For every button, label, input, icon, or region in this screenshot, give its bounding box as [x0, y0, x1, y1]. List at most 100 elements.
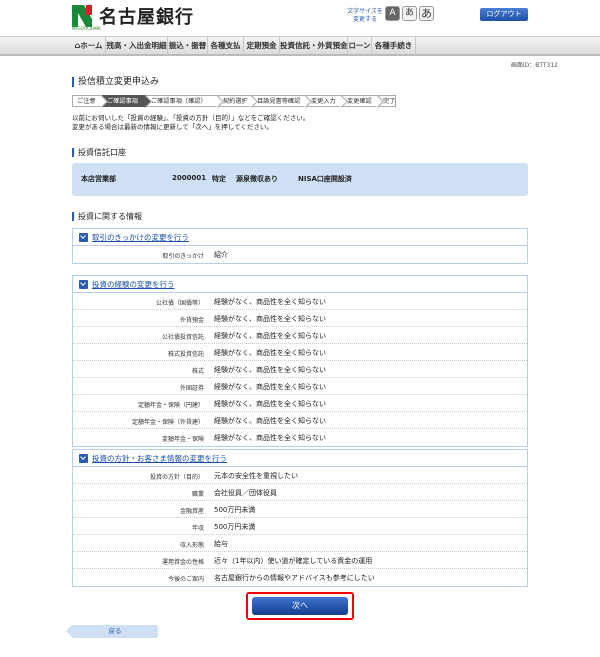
row-value: 給与	[214, 540, 228, 548]
row-value: 500万円未満	[214, 506, 256, 514]
nav-item-procedures[interactable]: 各種手続き	[372, 37, 416, 55]
nav-item-time-deposit[interactable]: 定期預金	[244, 37, 280, 55]
chevron-down-icon	[79, 233, 88, 242]
instructions: 以前にお伺いした「投資の経験」、「投資の方針（目的）」などをご確認ください。 変…	[72, 114, 309, 132]
experience-change-link[interactable]: 投資の経験の変更を行う	[92, 279, 175, 290]
nav-item-payments[interactable]: 各種支払	[208, 37, 244, 55]
table-row: 今後のご案内 名古屋銀行からの情報やアドバイスも参考にしたい	[73, 569, 527, 586]
row-label: 収入形態	[179, 542, 204, 549]
table-row: 職業 会社役員／団体役員	[73, 484, 527, 501]
chevron-down-icon	[79, 280, 88, 289]
header: 名古屋銀行 NAGOYA BANK 文字サイズを変更する A あ あ ログアウト	[0, 0, 600, 34]
nav-item-loan[interactable]: ローン	[348, 37, 372, 55]
table-row: 外国証券 経験がなく、商品性を全く知らない	[73, 378, 527, 395]
bank-name: 名古屋銀行	[99, 7, 194, 28]
row-label: 年収	[191, 525, 204, 532]
row-value: 経験がなく、商品性を全く知らない	[214, 349, 326, 357]
row-value: 経験がなく、商品性を全く知らない	[214, 366, 326, 374]
nav-item-home[interactable]: ⌂ホーム	[72, 37, 106, 55]
row-value: 会社役員／団体役員	[214, 489, 277, 497]
policy-panel-header: 投資の方針・お客さま情報の変更を行う	[73, 450, 527, 467]
experience-panel: 投資の経験の変更を行う 公社債（国債等） 経験がなく、商品性を全く知らない 外貨預…	[72, 275, 528, 447]
row-label: 運用資金の性格	[161, 559, 204, 566]
table-row: 株式投資信託 経験がなく、商品性を全く知らない	[73, 344, 527, 361]
nav-item-transfer[interactable]: 振込・振替	[168, 37, 208, 55]
row-label: 投資の方針（目的）	[149, 474, 204, 481]
page-title: 投信積立変更申込み	[72, 77, 159, 87]
row-value: 近々（1年以内）使い道が確定している資金の運用	[214, 557, 373, 565]
row-value: 経験がなく、商品性を全く知らない	[214, 332, 326, 340]
screen-id: 画面ID：BTT312	[510, 62, 558, 69]
chevron-down-icon	[79, 454, 88, 463]
global-nav: ⌂ホーム 残高・入出金明細 振込・振替 各種支払 定期預金 投資信託・外貨預金 …	[0, 36, 600, 56]
back-button[interactable]: 戻る	[66, 625, 158, 638]
row-value: 名古屋銀行からの情報やアドバイスも参考にしたい	[214, 574, 375, 582]
table-row: 年収 500万円未満	[73, 518, 527, 535]
row-value: 紹介	[214, 251, 228, 259]
policy-panel: 投資の方針・お客さま情報の変更を行う 投資の方針（目的） 元本の安全性を重視したい…	[72, 449, 528, 587]
row-value: 経験がなく、商品性を全く知らない	[214, 434, 326, 442]
table-row: 収入形態 給与	[73, 535, 527, 552]
account-withholding: 源泉徴収あり	[236, 175, 278, 183]
row-label: 変額年金・保険	[161, 436, 204, 443]
row-label: 外国証券	[179, 385, 204, 392]
account-nisa: NISA口座開設済	[298, 175, 352, 183]
step-caution: ご注意	[72, 95, 102, 107]
step-prospectus-check: 目論見書等確認	[252, 95, 306, 107]
row-label: 取引のきっかけ	[162, 253, 204, 260]
account-branch: 本店営業部	[81, 175, 116, 183]
font-size-small-button[interactable]: A	[385, 6, 400, 21]
trigger-panel-header: 取引のきっかけの変更を行う	[73, 229, 527, 246]
trigger-change-link[interactable]: 取引のきっかけの変更を行う	[92, 232, 189, 243]
table-row: 定額年金・保険（円建） 経験がなく、商品性を全く知らない	[73, 395, 527, 412]
row-label: 外貨預金	[179, 317, 204, 324]
account-type: 特定	[212, 175, 226, 183]
account-box: 本店営業部 2000001 特定 源泉徴収あり NISA口座開設済	[72, 163, 528, 196]
row-value: 経験がなく、商品性を全く知らない	[214, 315, 326, 323]
step-confirmation-check: ご確認事項（確認）	[146, 95, 218, 107]
experience-panel-header: 投資の経験の変更を行う	[73, 276, 527, 293]
row-label: 定額年金・保険（外貨建）	[131, 419, 204, 426]
font-size-medium-button[interactable]: あ	[402, 6, 417, 21]
table-row: 取引のきっかけ 紹介	[73, 246, 527, 263]
nav-item-balance[interactable]: 残高・入出金明細	[106, 37, 168, 55]
row-label: 公社債投資信託	[161, 334, 204, 341]
font-size-large-button[interactable]: あ	[419, 6, 434, 21]
account-number: 2000001	[172, 174, 207, 182]
instructions-line-2: 変更がある場合は最新の情報に更新して「次へ」を押してください。	[72, 123, 273, 131]
instructions-line-1: 以前にお伺いした「投資の経験」、「投資の方針（目的）」などをご確認ください。	[72, 114, 310, 122]
row-label: 公社債（国債等）	[155, 300, 204, 307]
table-row: 投資の方針（目的） 元本の安全性を重視したい	[73, 467, 527, 484]
policy-change-link[interactable]: 投資の方針・お客さま情報の変更を行う	[92, 453, 227, 464]
row-value: 元本の安全性を重視したい	[214, 472, 298, 480]
logout-button[interactable]: ログアウト	[480, 8, 528, 21]
investment-section-heading: 投資に関する情報	[72, 212, 142, 221]
row-label: 株式	[191, 368, 204, 375]
row-value: 経験がなく、商品性を全く知らない	[214, 298, 326, 306]
row-value: 500万円未満	[214, 523, 256, 531]
bank-logo-icon	[72, 5, 92, 27]
next-button-highlight: 次へ	[246, 592, 354, 620]
row-label: 今後のご案内	[167, 576, 204, 583]
row-value: 経験がなく、商品性を全く知らない	[214, 383, 326, 391]
table-row: 外貨預金 経験がなく、商品性を全く知らない	[73, 310, 527, 327]
table-row: 金融資産 500万円未満	[73, 501, 527, 518]
row-value: 経験がなく、商品性を全く知らない	[214, 400, 326, 408]
table-row: 変額年金・保険 経験がなく、商品性を全く知らない	[73, 429, 527, 446]
next-button[interactable]: 次へ	[252, 597, 348, 615]
account-section-heading: 投資信託口座	[72, 148, 126, 157]
row-value: 経験がなく、商品性を全く知らない	[214, 417, 326, 425]
table-row: 公社債（国債等） 経験がなく、商品性を全く知らない	[73, 293, 527, 310]
bank-name-sub: NAGOYA BANK	[72, 26, 101, 31]
nav-item-investment[interactable]: 投資信託・外貨預金	[280, 37, 348, 55]
table-row: 定額年金・保険（外貨建） 経験がなく、商品性を全く知らない	[73, 412, 527, 429]
row-label: 金融資産	[179, 508, 204, 515]
table-row: 株式 経験がなく、商品性を全く知らない	[73, 361, 527, 378]
table-row: 運用資金の性格 近々（1年以内）使い道が確定している資金の運用	[73, 552, 527, 569]
row-label: 株式投資信託	[167, 351, 204, 358]
row-label: 職業	[191, 491, 204, 498]
font-size-label: 文字サイズを変更する	[347, 8, 383, 23]
row-label: 定額年金・保険（円建）	[137, 402, 204, 409]
table-row: 公社債投資信託 経験がなく、商品性を全く知らない	[73, 327, 527, 344]
trigger-panel: 取引のきっかけの変更を行う 取引のきっかけ 紹介	[72, 228, 528, 264]
